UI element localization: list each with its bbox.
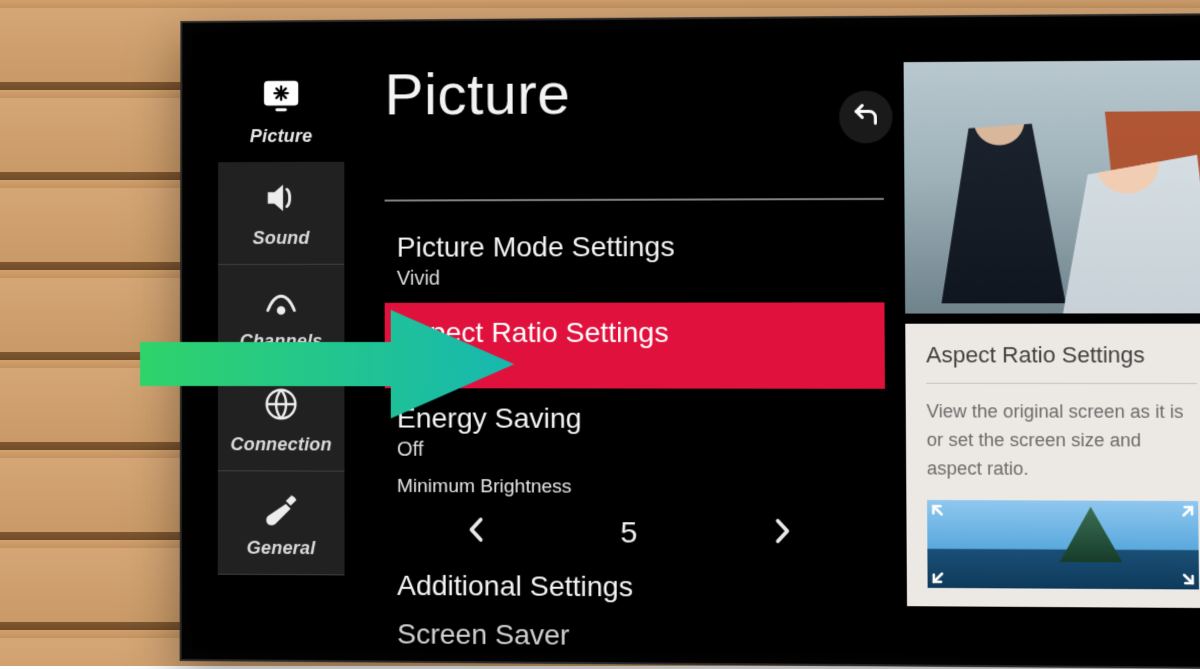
- connection-icon: [258, 385, 304, 428]
- row-value: 16:9: [397, 353, 869, 377]
- row-screen-saver[interactable]: Screen Saver: [385, 614, 887, 666]
- header-rule: [385, 198, 884, 202]
- brightness-stepper[interactable]: 5: [385, 508, 886, 558]
- sidebar-item-channels[interactable]: Channels: [218, 265, 344, 367]
- sidebar-item-label: Connection: [230, 434, 331, 455]
- sidebar-item-sound[interactable]: Sound: [218, 162, 344, 264]
- expand-corner-icon: [931, 504, 950, 522]
- row-additional-settings[interactable]: Additional Settings: [385, 555, 886, 617]
- back-button[interactable]: [839, 91, 893, 144]
- row-title: Picture Mode Settings: [397, 230, 868, 263]
- sidebar-item-label: Channels: [240, 331, 323, 352]
- info-card: Aspect Ratio Settings View the original …: [905, 324, 1200, 608]
- sidebar-item-label: General: [247, 538, 316, 559]
- wrench-icon: [258, 488, 304, 531]
- row-value: Off: [397, 439, 869, 464]
- info-card-thumbnail: [927, 500, 1199, 589]
- info-card-body: View the original screen as it is or set…: [926, 398, 1198, 484]
- settings-list: Picture Mode Settings Vivid Aspect Ratio…: [385, 216, 887, 654]
- brightness-value: 5: [620, 516, 637, 551]
- sidebar-item-label: Sound: [253, 228, 310, 249]
- chevron-left-icon[interactable]: [466, 514, 488, 549]
- tv-frame: Picture Sound Channels: [180, 13, 1200, 669]
- sound-icon: [258, 179, 304, 222]
- expand-corner-icon: [1176, 566, 1195, 585]
- row-picture-mode[interactable]: Picture Mode Settings Vivid: [385, 216, 885, 303]
- row-title: Energy Saving: [397, 402, 869, 435]
- info-card-rule: [926, 383, 1197, 384]
- row-aspect-ratio[interactable]: Aspect Ratio Settings 16:9: [385, 302, 885, 388]
- settings-sidebar: Picture Sound Channels: [218, 60, 345, 650]
- thumbnail-mountain: [1059, 507, 1122, 563]
- expand-corner-icon: [932, 565, 951, 584]
- sidebar-separator: [218, 574, 345, 576]
- picture-icon: [258, 77, 304, 120]
- row-title: Additional Settings: [397, 570, 870, 605]
- row-energy-saving[interactable]: Energy Saving Off: [385, 388, 886, 475]
- preview-figure: [935, 89, 1071, 303]
- expand-corner-icon: [1175, 505, 1194, 524]
- back-arrow-icon: [851, 100, 880, 134]
- channels-icon: [258, 282, 304, 325]
- row-title: Screen Saver: [397, 618, 870, 654]
- sidebar-item-connection[interactable]: Connection: [218, 368, 345, 471]
- brightness-note: Minimum Brightness: [385, 474, 886, 510]
- sidebar-item-label: Picture: [250, 126, 313, 147]
- info-card-title: Aspect Ratio Settings: [926, 342, 1197, 369]
- row-title: Aspect Ratio Settings: [397, 317, 868, 350]
- chevron-right-icon[interactable]: [770, 516, 793, 552]
- page-title: Picture: [384, 60, 570, 128]
- row-value: Vivid: [397, 267, 868, 291]
- sidebar-item-picture[interactable]: Picture: [218, 60, 344, 162]
- sidebar-item-general[interactable]: General: [218, 471, 345, 574]
- tv-screen: Picture Sound Channels: [192, 25, 1200, 656]
- live-preview: [904, 60, 1200, 313]
